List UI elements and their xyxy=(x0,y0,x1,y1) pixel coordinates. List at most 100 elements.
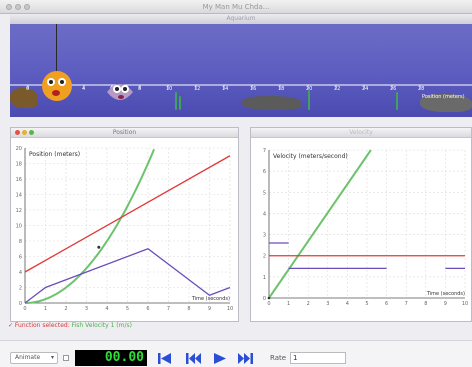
yellow-fish[interactable] xyxy=(40,69,74,103)
y-tick-label: 6 xyxy=(263,169,266,175)
y-tick-label: 2 xyxy=(263,254,266,260)
seaweed-1 xyxy=(175,92,177,110)
rate-input[interactable]: 1 xyxy=(290,352,346,364)
y-tick-label: 3 xyxy=(263,233,266,239)
chevron-down-icon: ▾ xyxy=(50,354,54,361)
aquarium-window: Aquarium 0246810121416182022242628 Posit… xyxy=(10,14,472,117)
playback-controls: Animate ▾ 00.00 Rate 1 xyxy=(0,340,472,367)
ruler-tick-label: 18 xyxy=(278,86,285,92)
y-tick-label: 8 xyxy=(19,239,22,245)
y-tick-label: 1 xyxy=(263,275,266,281)
time-display: 00.00 xyxy=(75,350,147,366)
ruler-tick-label: 24 xyxy=(362,86,369,92)
close-window-icon[interactable] xyxy=(6,4,12,10)
purple-fish[interactable] xyxy=(103,78,137,106)
ruler-tick-label: 0 xyxy=(26,86,30,92)
rate-label: Rate xyxy=(270,354,287,362)
x-tick-label: 9 xyxy=(444,301,447,307)
ruler-tick-label: 16 xyxy=(250,86,257,92)
velocity-graph-window: Velocity 0 1 2 3 4 5 6 7 8 9 10 0 1 2 3 4 5 6 7 Velocity (m… xyxy=(250,127,472,322)
y-axis-title: Velocity (meters/second) xyxy=(273,153,348,160)
aquarium-title: Aquarium xyxy=(226,15,256,22)
y-tick-label: 14 xyxy=(16,193,22,199)
x-tick-label: 4 xyxy=(105,306,108,312)
x-tick-label: 2 xyxy=(64,306,67,312)
y-tick-label: 10 xyxy=(16,224,22,230)
position-graph[interactable]: 0 1 2 3 4 5 6 7 8 9 1002468101214161820Position (m… xyxy=(11,138,240,323)
step-back-icon[interactable] xyxy=(186,353,201,364)
y-tick-label: 0 xyxy=(263,296,266,302)
ruler-tick-label: 28 xyxy=(418,86,425,92)
x-tick-label: 0 xyxy=(267,301,270,307)
zoom-window-icon[interactable] xyxy=(24,4,30,10)
ruler-tick-label: 14 xyxy=(222,86,229,92)
seaweed-4 xyxy=(396,92,398,110)
x-tick-label: 5 xyxy=(126,306,129,312)
x-tick-label: 4 xyxy=(346,301,349,307)
minimize-window-icon[interactable] xyxy=(15,4,21,10)
aquarium-title-bar: Aquarium xyxy=(10,14,472,24)
x-tick-label: 10 xyxy=(462,301,468,307)
ruler-tick-label: 26 xyxy=(390,86,397,92)
velocity-line-green xyxy=(268,149,372,299)
ruler-tick-label: 20 xyxy=(306,86,313,92)
velocity-graph[interactable]: 0 1 2 3 4 5 6 7 8 9 10 0 1 2 3 4 5 6 7 Velocity (meters/sec… xyxy=(251,138,472,323)
ruler-tick-label: 12 xyxy=(194,86,201,92)
y-tick-label: 20 xyxy=(16,146,22,152)
y-tick-label: 18 xyxy=(16,162,22,168)
x-tick-label: 5 xyxy=(365,301,368,307)
status-text: ✓ Function selected: xyxy=(8,322,72,329)
y-tick-label: 7 xyxy=(263,148,266,154)
ruler-tick-label: 8 xyxy=(138,86,142,92)
x-tick-label: 7 xyxy=(405,301,408,307)
x-tick-label: 7 xyxy=(167,306,170,312)
position-graph-window: Position 0 1 2 3 4 5 6 7 8 9 10 0 2 4 6 8 10 12 14 16 18 20 Po… xyxy=(10,127,239,322)
app-title: My Man Mu Chda... xyxy=(202,3,270,11)
step-forward-icon[interactable] xyxy=(238,353,253,364)
y-tick-label: 6 xyxy=(19,255,22,261)
app-title-bar: My Man Mu Chda... xyxy=(0,0,472,14)
position-ruler xyxy=(10,84,472,89)
x-tick-label: 3 xyxy=(326,301,329,307)
y-tick-label: 0 xyxy=(19,301,22,307)
position-curve-green xyxy=(25,148,156,304)
rock-middle xyxy=(242,96,302,110)
x-tick-label: 8 xyxy=(424,301,427,307)
clock-checkbox[interactable] xyxy=(63,355,69,361)
y-axis-title: Position (meters) xyxy=(29,151,80,158)
x-tick-label: 6 xyxy=(385,301,388,307)
x-axis-title: Time (seconds) xyxy=(426,291,465,297)
zoom-icon[interactable] xyxy=(29,130,34,135)
x-axis-title: Time (seconds) xyxy=(191,296,230,302)
y-tick-label: 12 xyxy=(16,208,22,214)
play-icon[interactable] xyxy=(214,353,226,364)
cursor-dot xyxy=(267,296,271,300)
ruler-tick-label: 4 xyxy=(82,86,86,92)
mode-value: Animate xyxy=(15,354,41,361)
ruler-tick-label: 10 xyxy=(166,86,173,92)
y-tick-label: 4 xyxy=(263,211,266,217)
ruler-tick-label: 22 xyxy=(334,86,341,92)
status-highlight: Fish Velocity 1 (m/s) xyxy=(71,322,132,329)
minimize-icon[interactable] xyxy=(22,130,27,135)
cursor-dot xyxy=(97,245,101,249)
position-graph-title-bar: Position xyxy=(11,128,238,138)
fish-lure-line xyxy=(56,24,57,74)
x-tick-label: 0 xyxy=(23,306,26,312)
close-icon[interactable] xyxy=(15,130,20,135)
x-tick-label: 10 xyxy=(227,306,233,312)
x-tick-label: 1 xyxy=(44,306,47,312)
x-tick-label: 1 xyxy=(287,301,290,307)
x-tick-label: 8 xyxy=(187,306,190,312)
y-tick-label: 2 xyxy=(19,286,22,292)
ruler-caption: Position (meters) xyxy=(422,94,465,100)
x-tick-label: 6 xyxy=(146,306,149,312)
mode-select[interactable]: Animate ▾ xyxy=(10,352,58,364)
seaweed-2 xyxy=(179,96,181,110)
position-graph-title: Position xyxy=(112,129,137,136)
x-tick-label: 2 xyxy=(307,301,310,307)
rewind-start-icon[interactable] xyxy=(158,353,171,364)
x-tick-label: 9 xyxy=(208,306,211,312)
velocity-graph-title: Velocity xyxy=(349,129,373,136)
y-tick-label: 16 xyxy=(16,177,22,183)
